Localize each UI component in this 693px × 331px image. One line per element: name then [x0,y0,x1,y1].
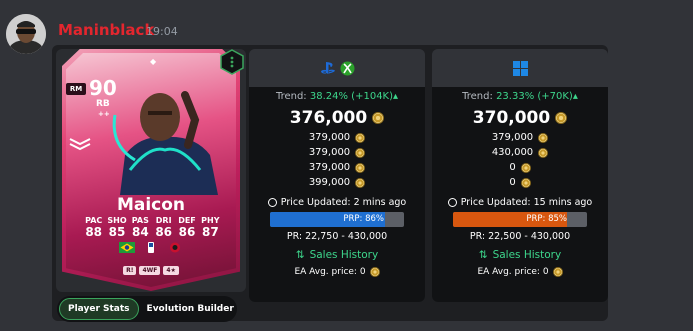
position-badge: RM [66,83,86,95]
prp-label: PRP: 86% [343,214,384,224]
price-row: 430,000 [432,147,608,158]
console-price-panel: Trend: 38.24% (+104K)▴ 376,000 379,000 3… [249,49,425,302]
message-timestamp: 19:04 [146,25,178,38]
league-icon [148,242,154,253]
price-row: 379,000 [249,162,425,173]
ea-avg-price: EA Avg. price: 0 [432,267,608,277]
windows-icon [512,60,528,76]
coin-icon [355,147,366,158]
trend-text: Trend: 38.24% (+104K)▴ [275,91,399,102]
price-row: 379,000 [432,132,608,143]
sales-history-link[interactable]: ⇅ Sales History [432,249,608,261]
panel-header [249,49,425,87]
pc-price-panel: Trend: 23.33% (+70K)▴ 370,000 379,000 43… [432,49,608,302]
coin-icon [555,112,568,124]
trend-text: Trend: 23.33% (+70K)▴ [462,91,578,102]
club-icon [170,242,180,253]
coin-icon [520,177,531,188]
coin-icon [369,267,380,277]
price-row: 399,000 [249,177,425,188]
stat-pac: PAC 88 [85,216,103,239]
chevron-icon [69,138,91,151]
stat-def: DEF 86 [178,216,196,239]
sort-arrows-icon: ⇅ [478,249,488,261]
view-tabs: Player Stats Evolution Builder [57,296,237,322]
stat-phy: PHY 87 [201,216,220,239]
playstation-icon [320,62,335,74]
prp-label: PRP: 85% [526,214,567,224]
player-image [112,91,218,195]
sort-arrows-icon: ⇅ [295,249,305,261]
ea-avg-price: EA Avg. price: 0 [249,267,425,277]
user-avatar[interactable] [6,14,46,54]
coin-icon [355,162,366,173]
coin-icon [355,177,366,188]
price-updated: Price Updated: 2 mins ago [249,197,425,208]
coin-icon [538,147,549,158]
username[interactable]: Maninblack [58,21,154,39]
player-card: RM 90 RB ++ ◆ Maicon PAC 88 SHO 85 PAS 84 D… [62,49,240,291]
card-tags: R! 4WF 4★ [62,266,240,275]
panel-header [432,49,608,87]
coin-icon [355,132,366,143]
card-tag: R! [123,266,137,275]
coin-icon [552,267,563,277]
stat-dri: DRI 86 [155,216,173,239]
coin-icon [520,162,531,173]
card-stats: PAC 88 SHO 85 PAS 84 DRI 86 DEF 86 PHY 87 [82,216,222,239]
price-row: 379,000 [249,147,425,158]
price-row: 379,000 [249,132,425,143]
lowest-price: 376,000 [249,108,425,128]
card-player-name: Maicon [116,195,186,215]
card-tag: 4★ [163,266,179,275]
prp-bar: PRP: 86% [270,212,404,227]
tab-evolution-builder[interactable]: Evolution Builder [139,299,242,319]
more-options-icon[interactable] [219,49,245,75]
coin-icon [538,132,549,143]
coin-icon [372,112,385,124]
price-row: 0 [432,177,608,188]
brazil-flag-icon [119,242,135,253]
price-range: PR: 22,500 - 430,000 [469,231,571,242]
sales-history-link[interactable]: ⇅ Sales History [249,249,425,261]
stat-sho: SHO 85 [107,216,127,239]
card-flags [62,242,240,253]
clock-icon [267,198,277,207]
tab-player-stats[interactable]: Player Stats [59,298,139,320]
price-range: PR: 22,750 - 430,000 [286,231,388,242]
stat-pas: PAS 84 [131,216,149,239]
club-crest-icon: ◆ [150,57,157,66]
lowest-price: 370,000 [432,108,608,128]
clock-icon [447,198,457,207]
card-tag: 4WF [139,266,161,275]
xbox-icon [340,61,354,75]
prp-bar: PRP: 85% [453,212,587,227]
price-row: 0 [432,162,608,173]
price-updated: Price Updated: 15 mins ago [432,197,608,208]
